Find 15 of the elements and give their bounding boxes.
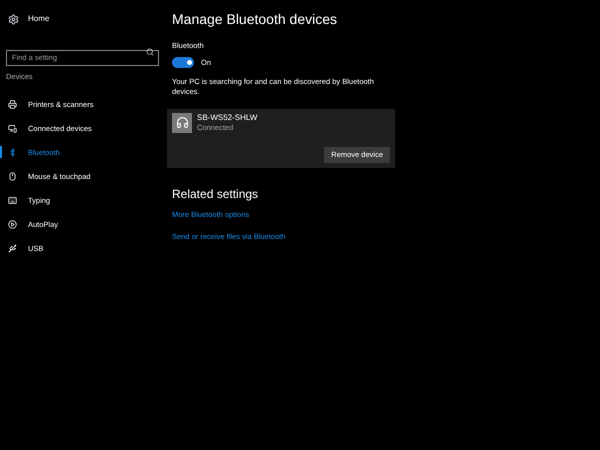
home-link[interactable]: Home bbox=[28, 13, 50, 25]
headphones-icon bbox=[172, 112, 192, 132]
devices-icon bbox=[8, 124, 17, 133]
device-name: SB-WS52-SHLW bbox=[197, 112, 258, 122]
play-icon bbox=[8, 220, 17, 229]
bluetooth-toggle[interactable] bbox=[172, 57, 194, 68]
bluetooth-icon bbox=[8, 148, 17, 157]
section-title: Related settings bbox=[172, 186, 260, 202]
mouse-icon bbox=[8, 172, 17, 181]
usb-icon bbox=[8, 244, 17, 253]
printer-icon bbox=[8, 100, 17, 109]
search-icon bbox=[146, 48, 154, 56]
keyboard-icon bbox=[8, 196, 17, 205]
home-icon bbox=[8, 14, 19, 24]
page-title: Manage Bluetooth devices bbox=[172, 10, 338, 28]
